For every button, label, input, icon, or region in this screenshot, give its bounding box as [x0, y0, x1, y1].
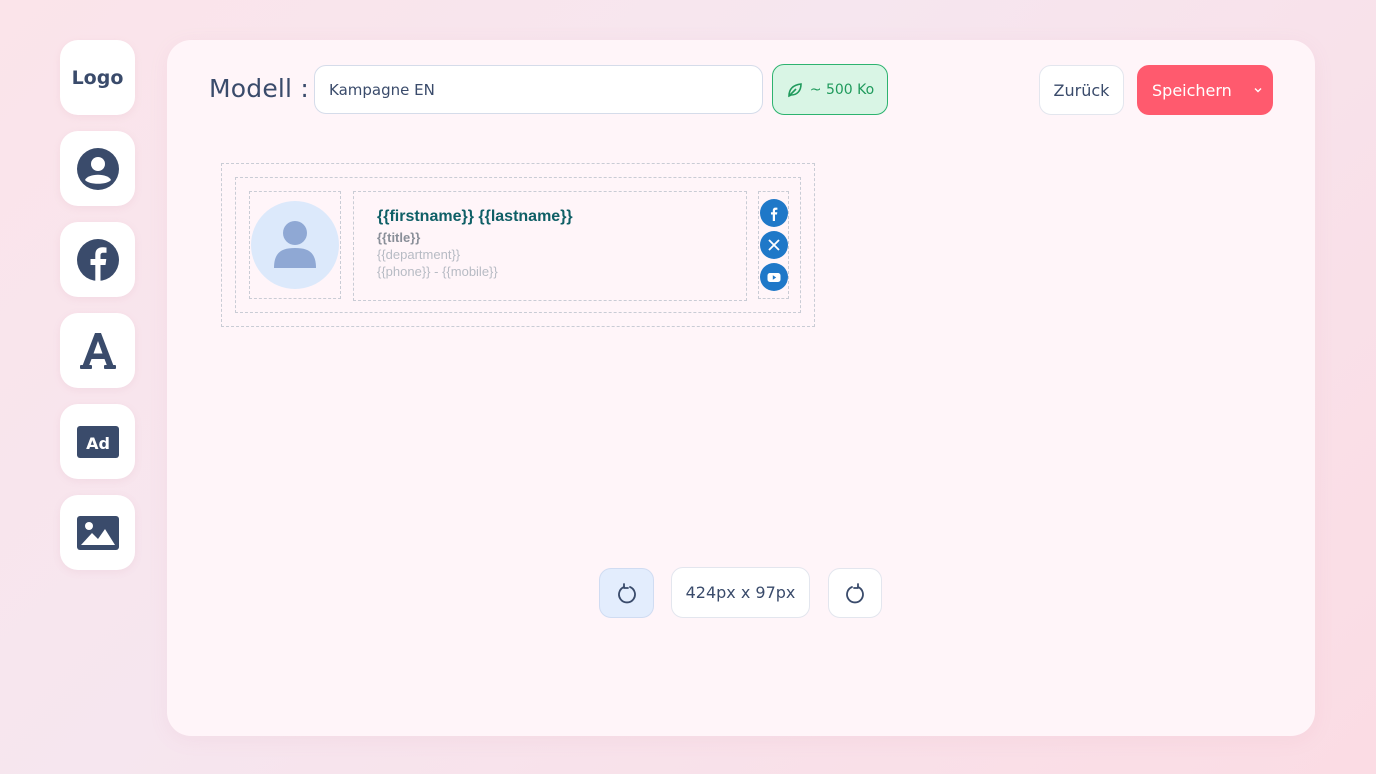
save-button-label: Speichern	[1152, 80, 1232, 100]
font-icon	[79, 332, 116, 369]
undo-button[interactable]	[599, 568, 654, 618]
redo-icon	[846, 583, 864, 604]
user-placeholder-icon	[274, 221, 316, 268]
signature-title: {{title}}	[377, 230, 421, 245]
save-button[interactable]: Speichern	[1137, 65, 1273, 115]
leaf-icon	[787, 82, 802, 97]
signature-department: {{department}}	[377, 247, 461, 262]
x-icon[interactable]	[759, 231, 788, 259]
sidebar-item-social[interactable]	[60, 222, 135, 297]
sidebar-item-font[interactable]	[60, 313, 135, 388]
ad-icon: Ad	[76, 425, 119, 458]
sidebar-item-banner[interactable]: Ad	[60, 404, 135, 479]
youtube-icon[interactable]	[759, 263, 788, 291]
facebook-icon	[76, 238, 119, 281]
size-badge-label: ~ 500 Ko	[809, 81, 875, 98]
svg-text:Ad: Ad	[86, 434, 110, 453]
signature-phone: {{phone}} - {{mobile}}	[377, 264, 498, 279]
dimensions-display: 424px x 97px	[671, 567, 810, 618]
model-name-input[interactable]	[314, 65, 763, 114]
signature-avatar-cell[interactable]	[249, 191, 341, 299]
signature-text-cell[interactable]: {{firstname}} {{lastname}} {{title}} {{d…	[353, 191, 747, 301]
model-label: Modell :	[209, 74, 309, 103]
redo-button[interactable]	[828, 568, 882, 618]
sidebar-item-image[interactable]	[60, 495, 135, 570]
logo-button[interactable]: Logo	[60, 40, 135, 115]
size-badge: ~ 500 Ko	[772, 64, 888, 115]
save-dropdown-toggle[interactable]	[1243, 65, 1273, 115]
chevron-down-icon	[1254, 88, 1262, 93]
signature-social-cell[interactable]	[758, 191, 789, 299]
signature-inner-frame[interactable]: {{firstname}} {{lastname}} {{title}} {{d…	[235, 177, 801, 313]
signature-outer-frame[interactable]: {{firstname}} {{lastname}} {{title}} {{d…	[221, 163, 815, 327]
editor-panel: Modell : ~ 500 Ko Zurück Speichern	[167, 40, 1315, 736]
back-button[interactable]: Zurück	[1039, 65, 1124, 115]
logo-label: Logo	[71, 66, 124, 89]
user-circle-icon	[76, 147, 119, 190]
dimensions-label: 424px x 97px	[685, 583, 796, 602]
sidebar: Logo Ad	[60, 40, 135, 586]
sidebar-item-profile[interactable]	[60, 131, 135, 206]
image-icon	[76, 515, 119, 550]
undo-icon	[617, 583, 636, 604]
facebook-icon[interactable]	[759, 199, 788, 227]
signature-name: {{firstname}} {{lastname}}	[377, 208, 573, 225]
avatar	[251, 201, 339, 289]
